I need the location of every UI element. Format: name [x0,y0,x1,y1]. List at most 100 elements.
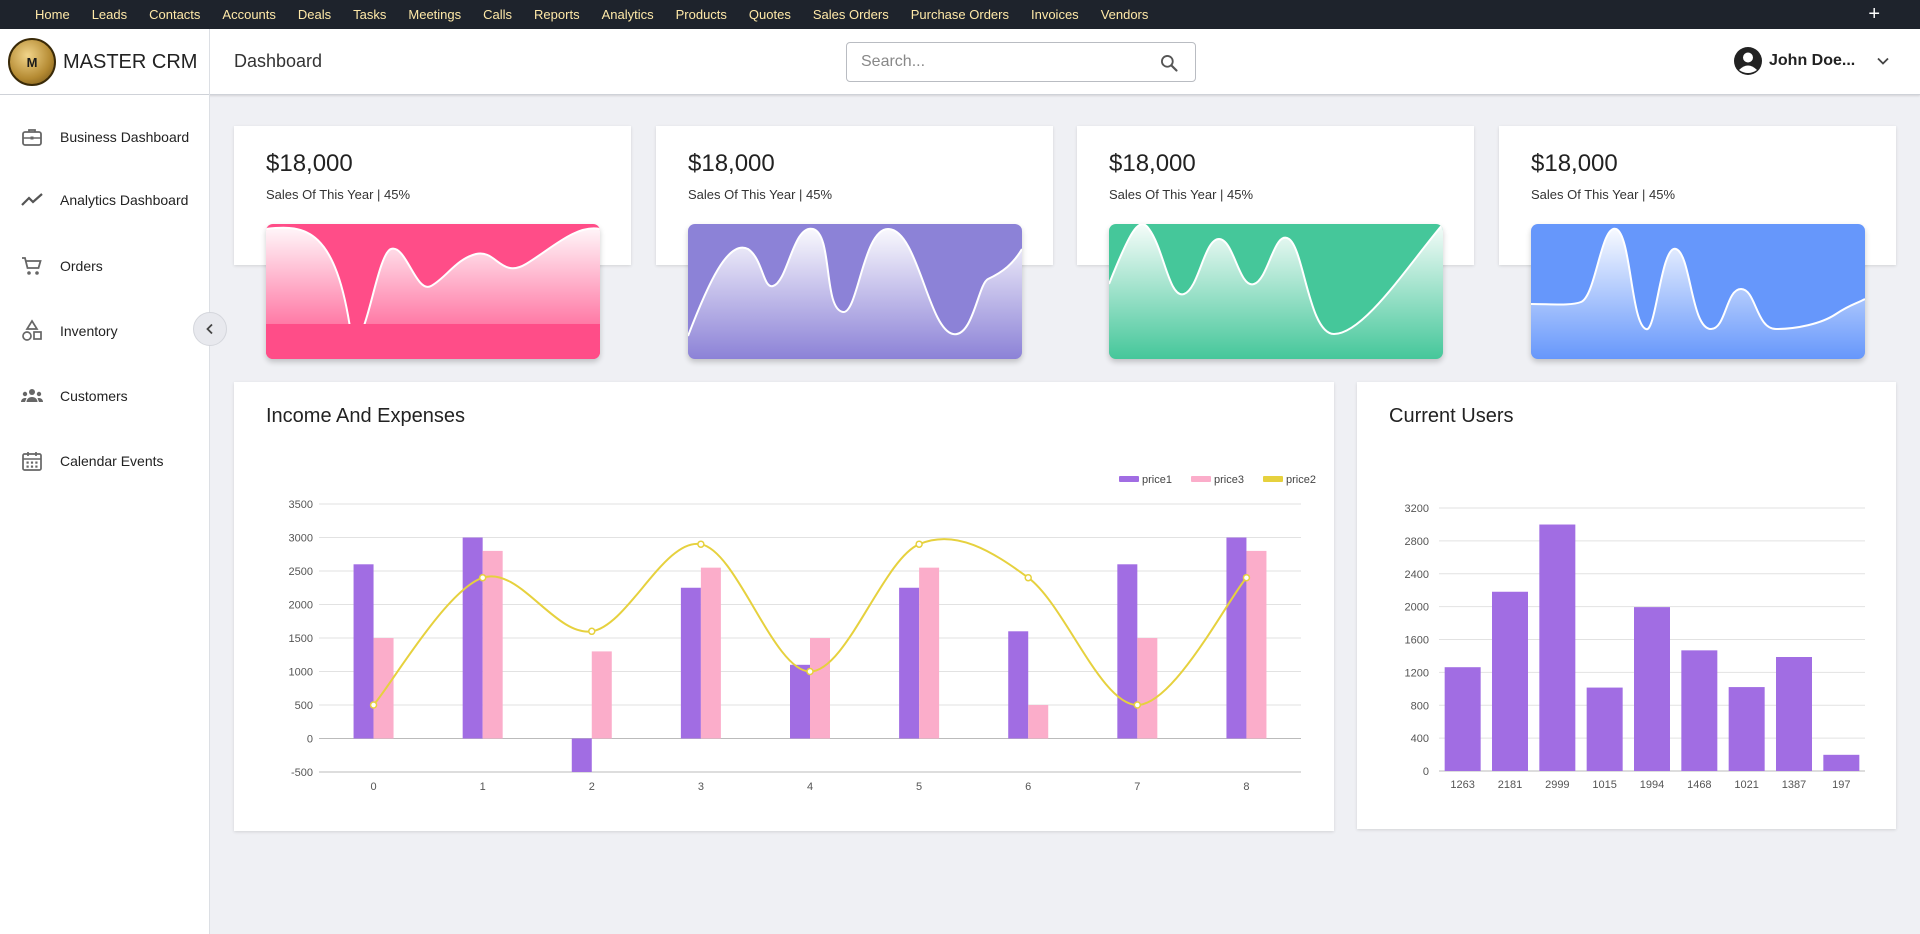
stat-amount: $18,000 [1109,150,1196,177]
bar[interactable] [1728,687,1765,771]
sidebar-item-calendar-events[interactable]: Calendar Events [0,439,209,483]
sidebar: Business Dashboard Analytics Dashboard O… [0,95,227,934]
bar-price3[interactable] [1028,705,1049,739]
nav-link-tasks[interactable]: Tasks [353,7,386,22]
y-tick-label: 2000 [1405,602,1429,614]
legend-label[interactable]: price3 [1214,474,1244,486]
sidebar-item-business-dashboard[interactable]: Business Dashboard [0,115,209,159]
bar-price1[interactable] [571,738,592,773]
bar-price1[interactable] [462,537,483,739]
sidebar-item-label: Customers [60,388,128,404]
nav-link-calls[interactable]: Calls [483,7,512,22]
x-tick-label: 2999 [1545,779,1569,791]
y-tick-label: 3500 [289,499,313,511]
search-icon[interactable] [1159,53,1179,73]
nav-link-analytics[interactable]: Analytics [602,7,654,22]
bar-price3[interactable] [700,567,721,739]
add-new-button[interactable]: + [1868,2,1880,26]
legend-swatch[interactable] [1263,476,1283,482]
bar-price3[interactable] [373,638,394,739]
nav-link-sales-orders[interactable]: Sales Orders [813,7,889,22]
line-point-price2[interactable] [1024,573,1032,582]
sparkline-chart [1531,224,1865,359]
bar[interactable] [1634,607,1670,771]
sidebar-item-analytics-dashboard[interactable]: Analytics Dashboard [0,178,209,222]
bar-price1[interactable] [1117,564,1138,739]
bar-price1[interactable] [790,664,810,739]
line-point-price2[interactable] [588,627,596,636]
top-nav-links: Home Leads Contacts Accounts Deals Tasks… [0,7,1170,22]
bar-price1[interactable] [353,564,374,739]
nav-link-products[interactable]: Products [676,7,727,22]
y-tick-label: 2000 [289,600,313,612]
nav-link-quotes[interactable]: Quotes [749,7,791,22]
chevron-down-icon[interactable] [1875,53,1891,69]
y-tick-label: 3000 [289,533,313,545]
line-point-price2[interactable] [697,540,705,548]
bar[interactable] [1586,687,1623,771]
x-tick-label: 6 [1025,781,1031,793]
app-header: M MASTER CRM Dashboard John Doe... [0,29,1920,95]
nav-link-meetings[interactable]: Meetings [408,7,461,22]
nav-link-purchase-orders[interactable]: Purchase Orders [911,7,1009,22]
y-tick-label: 1000 [289,667,313,679]
sidebar-collapse-button[interactable] [193,312,227,346]
x-tick-label: 2 [589,781,595,793]
line-point-price2[interactable] [806,667,814,676]
stat-amount: $18,000 [688,150,775,177]
bar-price1[interactable] [1008,631,1029,739]
bar-price1[interactable] [1226,537,1247,739]
bar-price3[interactable] [1137,638,1158,739]
company-logo[interactable]: M [8,38,56,86]
line-point-price2[interactable] [915,540,923,548]
bar[interactable] [1681,650,1718,771]
x-tick-label: 2181 [1498,779,1522,791]
bar[interactable] [1444,667,1481,771]
bar-price3[interactable] [919,567,940,739]
line-point-price2[interactable] [369,701,378,709]
line-point-price2[interactable] [1133,701,1142,709]
bar-price1[interactable] [680,587,701,739]
stat-amount: $18,000 [1531,150,1618,177]
legend-swatch[interactable] [1191,476,1211,482]
y-tick-label: 2400 [1405,569,1429,581]
x-tick-label: 1263 [1450,779,1474,791]
bar[interactable] [1492,591,1528,771]
nav-link-vendors[interactable]: Vendors [1101,7,1149,22]
nav-link-deals[interactable]: Deals [298,7,331,22]
bar-price1[interactable] [899,587,920,739]
nav-link-reports[interactable]: Reports [534,7,580,22]
sidebar-item-label: Inventory [60,323,118,339]
bar[interactable] [1823,754,1860,771]
search-input[interactable] [861,44,1151,80]
nav-link-invoices[interactable]: Invoices [1031,7,1079,22]
current-users-chart: 3200 2800 2400 2000 1600 1200 800 400 0 1263 2181 2… [1405,503,1865,791]
bar[interactable] [1539,524,1576,771]
sidebar-item-orders[interactable]: Orders [0,244,209,288]
y-tick-label: -500 [291,767,313,779]
nav-link-leads[interactable]: Leads [92,7,127,22]
bar[interactable] [1776,657,1812,771]
nav-link-contacts[interactable]: Contacts [149,7,200,22]
y-tick-label: 0 [1423,766,1429,778]
bar-price3[interactable] [810,638,830,739]
nav-link-accounts[interactable]: Accounts [222,7,275,22]
x-tick-label: 1015 [1592,779,1616,791]
legend-swatch[interactable] [1119,476,1139,482]
line-point-price2[interactable] [1242,573,1251,582]
legend-label[interactable]: price1 [1142,474,1172,486]
stat-subtitle: Sales Of This Year | 45% [266,187,411,202]
people-icon [21,389,43,402]
line-point-price2[interactable] [478,573,487,582]
nav-link-home[interactable]: Home [35,7,70,22]
cart-icon [22,257,42,275]
sidebar-item-inventory[interactable]: Inventory [0,309,209,353]
bar-price3[interactable] [591,651,612,739]
user-menu[interactable]: John Doe... [1733,46,1891,76]
search-box [846,42,1196,82]
user-name: John Doe... [1769,52,1856,69]
legend-label[interactable]: price2 [1286,474,1316,486]
y-tick-label: 500 [295,700,313,712]
chevron-left-icon [206,323,213,335]
sidebar-item-customers[interactable]: Customers [0,374,209,418]
